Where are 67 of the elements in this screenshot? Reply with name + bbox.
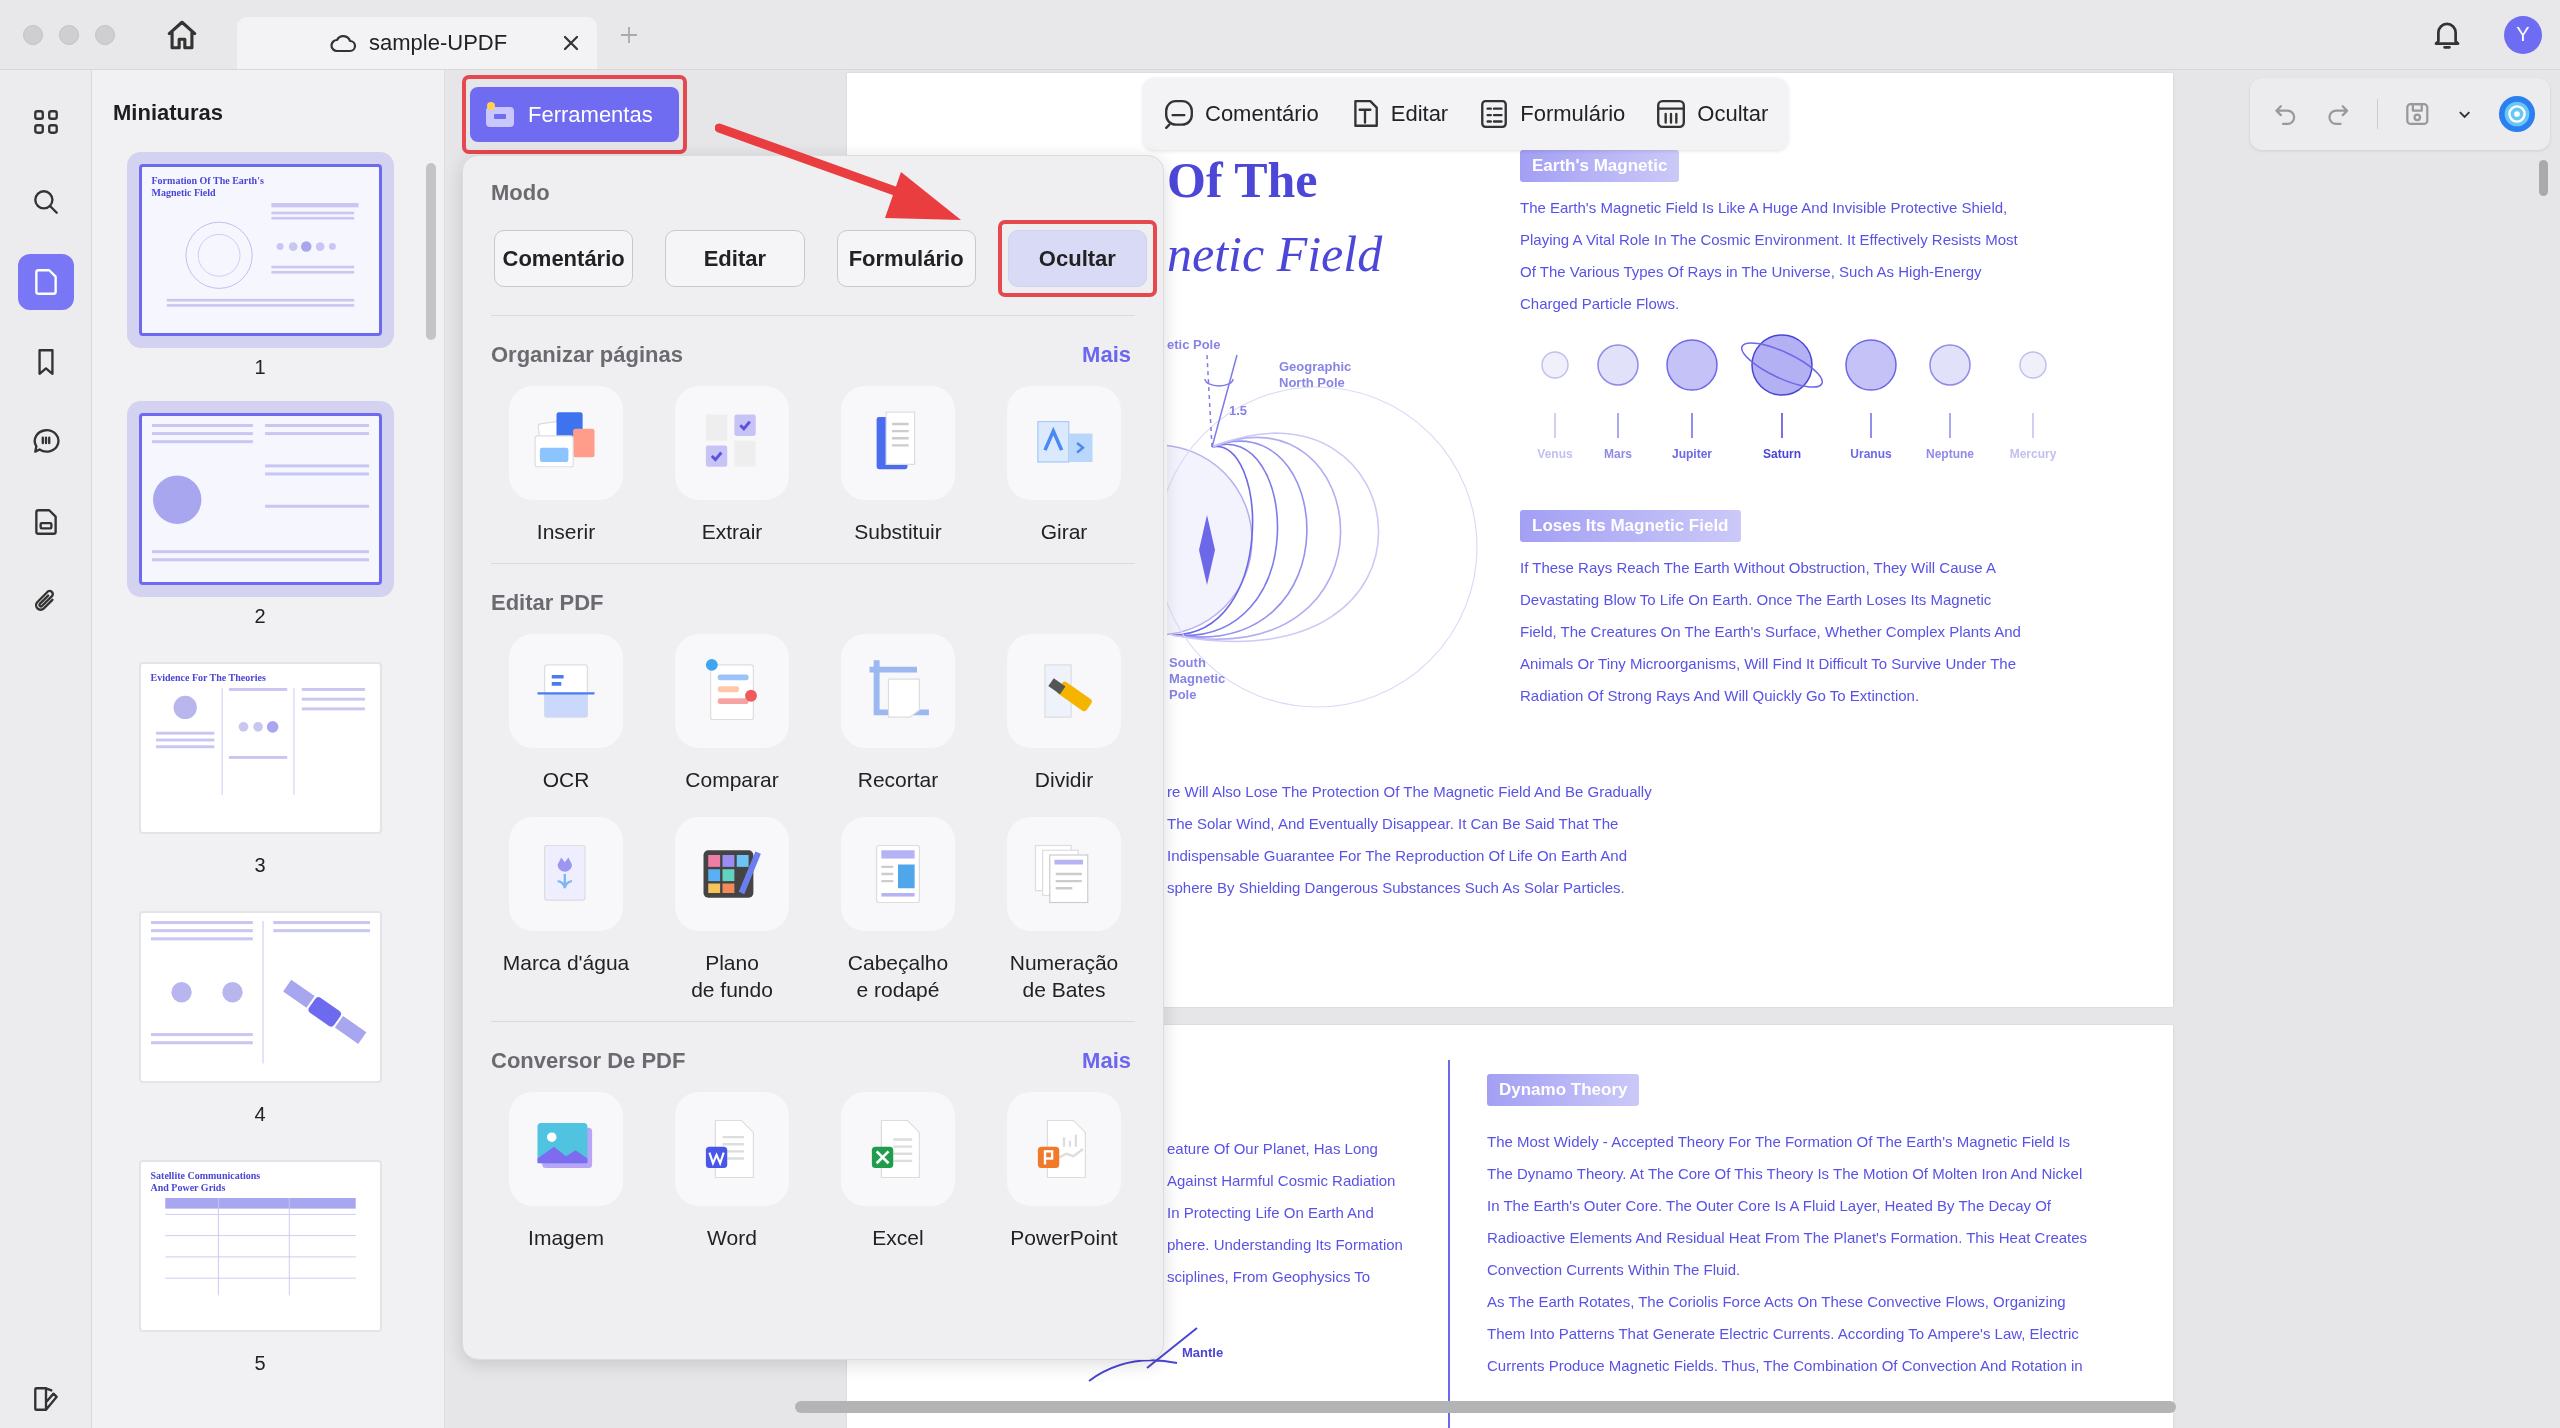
section-title: Modo [490, 180, 551, 206]
diagram-label: 1.5 [1229, 403, 1248, 418]
more-link[interactable]: Mais [1082, 1048, 1131, 1074]
thumbnail-title: Formation Of The Earth's Magnetic Field [151, 175, 265, 199]
document-tab[interactable]: sample-UPDF [237, 17, 597, 69]
page-heading: netic Field [1167, 229, 1384, 279]
diagram-label: Mantle [1182, 1345, 1224, 1360]
planet-label: Jupiter [1672, 447, 1712, 461]
tool-button[interactable]: Marca d'água [483, 817, 649, 1003]
tool-button[interactable]: Recortar [815, 634, 981, 793]
tool-button[interactable]: Word [649, 1092, 815, 1251]
page-number: 4 [254, 1103, 266, 1126]
tool-button[interactable]: Imagem [483, 1092, 649, 1251]
toolbar-button[interactable]: Editar [1348, 98, 1449, 130]
tool-button[interactable]: Excel [815, 1092, 981, 1251]
tool-button[interactable]: Girar [981, 386, 1147, 545]
planet-label: Saturn [1763, 447, 1801, 461]
page-thumbnail[interactable]: Formation Of The Earth's Magnetic Field [126, 152, 394, 348]
diagram-label: South Magnetic Pole [1169, 655, 1226, 702]
page-number: 3 [254, 854, 266, 877]
tool-button[interactable]: Inserir [483, 386, 649, 545]
tab-title: sample-UPDF [369, 30, 509, 56]
section-heading: Loses Its Magnetic Field [1520, 510, 1741, 542]
toolbar-button[interactable]: Formulário [1478, 98, 1626, 130]
tool-button[interactable]: Substituir [815, 386, 981, 545]
tool-button[interactable]: Dividir [981, 634, 1147, 793]
planet-label: Venus [1537, 447, 1573, 461]
tool-button[interactable]: Cabeçalho e rodapé [815, 817, 981, 1003]
user-avatar[interactable]: Y [2504, 15, 2542, 54]
page-number: 1 [254, 356, 266, 379]
tool-button[interactable]: Extrair [649, 386, 815, 545]
more-link[interactable]: Mais [1082, 342, 1131, 368]
tools-button[interactable]: Ferramentas [470, 87, 679, 142]
toolbar-button[interactable]: Comentário [1163, 98, 1319, 130]
tool-button[interactable]: Comparar [649, 634, 815, 793]
paragraph: The Earth's Magnetic Field Is Like A Huge And Invisible Protective Shield, Playing A Vital Role In The Cosmic Environment. It Effectively Resists Most Of The Various Types Of Rays in The Universe, Such As High-Energy Charged Particle Flows. [1520, 198, 2018, 314]
diagram-label: etic Pole [1167, 337, 1221, 352]
page-number: 2 [254, 605, 266, 628]
planet-label: Mars [1604, 447, 1632, 461]
section-title: Conversor De PDF [491, 1048, 686, 1074]
mode-button[interactable]: Editar [665, 230, 805, 287]
tool-button[interactable]: PowerPoint [981, 1092, 1147, 1251]
paragraph: The Most Widely - Accepted Theory For The Formation Of The Earth's Magnetic Field Is The Dynamo Theory. At The Core Of This Theory Is The Motion Of Molten Iron And Nickel In The Earth's Outer Core. The Outer Core Is A Fluid Layer, Heated By The Decay Of Radioactive Elements And Residual Heat From The Planet's Formation. This Heat Creates Convection Currents Within The Fluid. [1487, 1132, 2088, 1280]
tool-button[interactable]: OCR [483, 634, 649, 793]
mode-button[interactable]: Formulário [836, 230, 976, 287]
paragraph: re Will Also Lose The Protection Of The Magnetic Field And Be Gradually The Solar Wind, And Eventually Disappear. It Can Be Said That The Indispensable Guarantee For The Reproduction Of Life On Earth And sphere By Shielding Dangerous Substances Such As Solar Particles. [1167, 782, 1653, 898]
planet-label: Neptune [1926, 447, 1974, 461]
thumbnail-title: Evidence For The Theories [150, 672, 267, 684]
thumbnail-title: Satellite Communications And Power Grids [150, 1170, 262, 1194]
page-heading: Of The [1167, 155, 1319, 205]
mode-button[interactable]: Comentário [494, 230, 634, 287]
tool-button[interactable]: Plano de fundo [649, 817, 815, 1003]
mode-button[interactable]: Ocultar [1007, 230, 1147, 287]
panel-title: Miniaturas [113, 100, 224, 126]
tool-button[interactable]: Numeração de Bates [981, 817, 1147, 1003]
page-number: 5 [254, 1352, 266, 1375]
section-heading: Dynamo Theory [1487, 1074, 1640, 1106]
section-title: Organizar páginas [491, 342, 683, 368]
paragraph: eature Of Our Planet, Has Long Against Harmful Cosmic Radiation In Protecting Life On Earth And phere. Understanding Its Formation sciplines, From Geophysics To [1167, 1139, 1404, 1287]
planet-label: Mercury [2009, 447, 2057, 461]
planet-label: Uranus [1850, 447, 1892, 461]
section-title: Editar PDF [491, 590, 604, 616]
paragraph: As The Earth Rotates, The Coriolis Force Acts On These Convective Flows, Organizing Them Into Patterns That Generate Electric Currents. According To Ampere's Law, Electric Currents Produce Magnetic Fields. Thus, The Combination Of Convection And Rotation in [1487, 1292, 2083, 1376]
paragraph: If These Rays Reach The Earth Without Obstruction, They Will Cause A Devastating Blow To Life On Earth. Once The Earth Loses Its Magnetic Field, The Creatures On The Earth's Surface, Whether Complex Plants And Animals Or Tiny Microorganisms, Will Find It Difficult To Survive Under The Radiation Of Strong Rays And Will Quickly Go To Extinction. [1520, 558, 2021, 706]
toolbar-button[interactable]: Ocultar [1655, 98, 1769, 130]
diagram-label: Geographic North Pole [1279, 359, 1352, 390]
section-heading: Earth's Magnetic [1520, 150, 1680, 182]
